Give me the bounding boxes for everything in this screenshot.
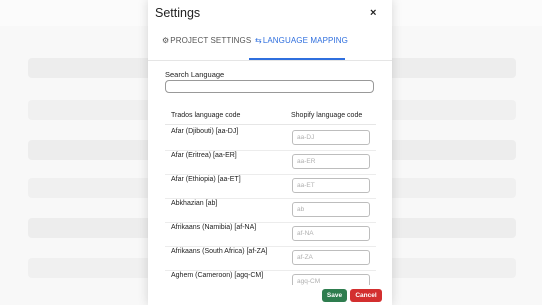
active-tab-indicator [249, 58, 345, 60]
header-divider [165, 124, 376, 125]
table-row: Afar (Djibouti) [aa-DJ] [165, 126, 376, 151]
table-row: Abkhazian [ab] [165, 198, 376, 223]
document-settings-icon: ⚙ [162, 36, 170, 45]
trados-language: Afrikaans (South Africa) [af-ZA] [171, 248, 268, 255]
shopify-code-input[interactable] [292, 250, 370, 265]
trados-language: Afar (Ethiopia) [aa-ET] [171, 176, 241, 183]
trados-language: Afar (Eritrea) [aa-ER] [171, 152, 237, 159]
close-button[interactable]: × [370, 7, 376, 19]
column-header-shopify: Shopify language code [291, 112, 363, 119]
table-row: Afar (Ethiopia) [aa-ET] [165, 174, 376, 199]
trados-language: Abkhazian [ab] [171, 200, 218, 207]
cancel-button[interactable]: Cancel [350, 289, 382, 302]
column-header-trados: Trados language code [171, 112, 241, 119]
table-row: Afrikaans (Namibia) [af-NA] [165, 222, 376, 247]
trados-language: Afar (Djibouti) [aa-DJ] [171, 128, 239, 135]
shopify-code-input[interactable] [292, 178, 370, 193]
trados-language: Aghem (Cameroon) [agq-CM] [171, 272, 264, 279]
table-row: Afar (Eritrea) [aa-ER] [165, 150, 376, 175]
tab-language-mapping[interactable]: ⇆ LANGUAGE MAPPING [255, 36, 348, 45]
shopify-code-input[interactable] [292, 226, 370, 241]
shopify-code-input[interactable] [292, 154, 370, 169]
tab-label: PROJECT SETTINGS [170, 36, 252, 45]
settings-modal: Settings × ⚙ PROJECT SETTINGS ⇆ LANGUAGE… [148, 0, 392, 305]
table-row: Afrikaans (South Africa) [af-ZA] [165, 246, 376, 271]
search-label: Search Language [165, 70, 225, 79]
search-language-input[interactable] [165, 80, 374, 93]
shopify-code-input[interactable] [292, 202, 370, 217]
modal-title: Settings [155, 6, 201, 20]
trados-language: Afrikaans (Namibia) [af-NA] [171, 224, 257, 231]
tab-project-settings[interactable]: ⚙ PROJECT SETTINGS [162, 36, 251, 45]
tab-label: LANGUAGE MAPPING [262, 36, 348, 45]
tab-bar: ⚙ PROJECT SETTINGS ⇆ LANGUAGE MAPPING [148, 28, 392, 61]
translate-icon: ⇆ [255, 36, 262, 45]
shopify-code-input[interactable] [292, 130, 370, 145]
save-button[interactable]: Save [322, 289, 347, 302]
